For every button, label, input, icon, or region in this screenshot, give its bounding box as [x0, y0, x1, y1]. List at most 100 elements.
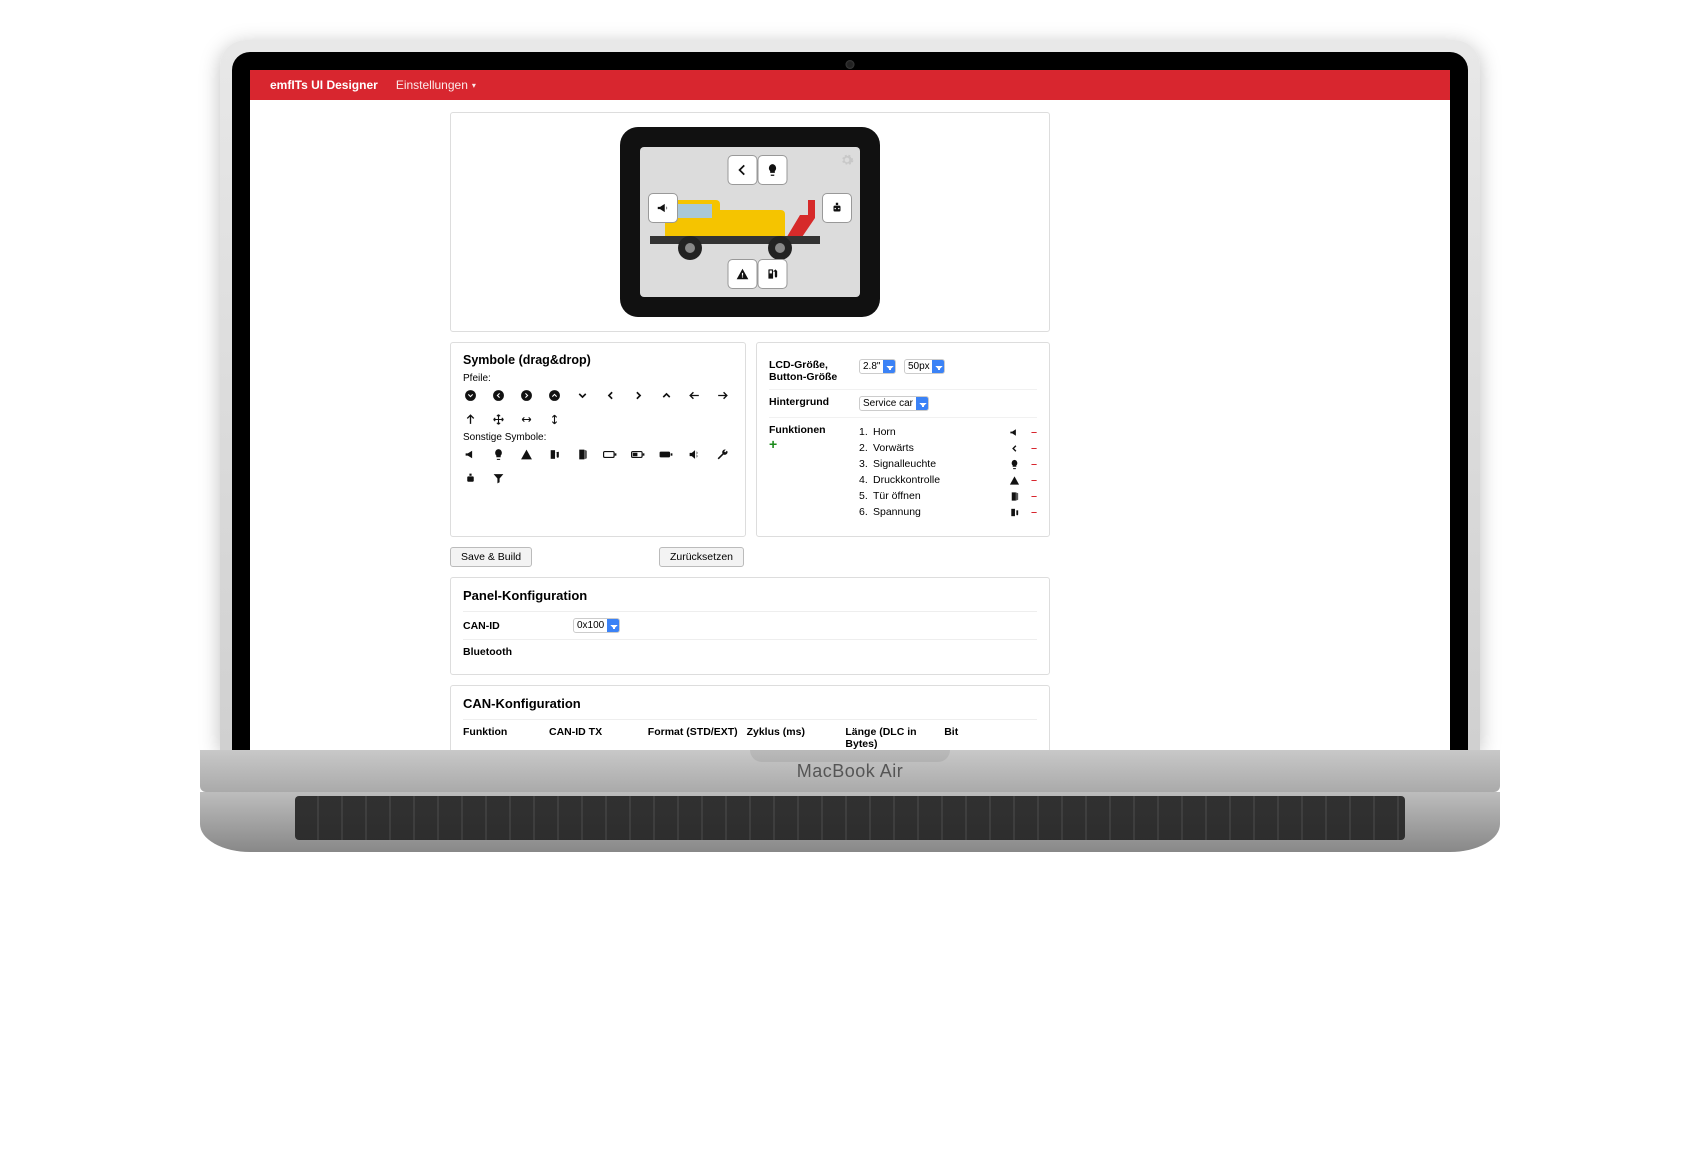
sound-icon[interactable]: [687, 447, 701, 461]
functions-label: Funktionen: [769, 424, 851, 436]
function-index: 3.: [859, 458, 873, 470]
laptop-model-label: MacBook Air: [797, 761, 904, 782]
background-select[interactable]: Service car: [859, 396, 929, 411]
circle-up-icon[interactable]: [547, 388, 561, 402]
function-item: 4.Druckkontrolle –: [859, 472, 1037, 488]
panel-config-title: Panel-Konfiguration: [463, 588, 1037, 603]
battery-empty-icon[interactable]: [603, 447, 617, 461]
lcd-size-label: LCD-Größe, Button-Größe: [769, 359, 851, 383]
chevron-right-icon[interactable]: [631, 388, 645, 402]
door-icon[interactable]: [575, 447, 589, 461]
can-id-select[interactable]: 0x100: [573, 618, 620, 633]
button-size-select[interactable]: 50px: [904, 359, 945, 374]
function-item: 3.Signalleuchte –: [859, 456, 1037, 472]
arrow-right-icon[interactable]: [715, 388, 729, 402]
device-preview-card: [450, 112, 1050, 332]
can-column-header: CAN-ID TX: [549, 726, 642, 750]
wrench-icon[interactable]: [715, 447, 729, 461]
function-item: 5.Tür öffnen –: [859, 488, 1037, 504]
warn-icon: [1009, 475, 1031, 486]
settings-menu[interactable]: Einstellungen: [396, 78, 476, 92]
robot-icon[interactable]: [463, 471, 477, 485]
move-icon[interactable]: [491, 412, 505, 426]
function-name: Vorwärts: [873, 442, 1009, 454]
can-column-header: Format (STD/EXT): [648, 726, 741, 750]
horn-icon[interactable]: [463, 447, 477, 461]
battery-full-icon[interactable]: [659, 447, 673, 461]
arrow-up-icon[interactable]: [463, 412, 477, 426]
arrow-h-icon[interactable]: [519, 412, 533, 426]
chevron-left-icon[interactable]: [603, 388, 617, 402]
chevron-down-icon[interactable]: [575, 388, 589, 402]
app-screen: emfITs UI Designer Einstellungen: [250, 70, 1450, 750]
reset-button[interactable]: Zurücksetzen: [659, 547, 744, 567]
can-column-header: Zyklus (ms): [747, 726, 840, 750]
remove-function-button[interactable]: –: [1031, 490, 1037, 502]
arrow-left-icon[interactable]: [687, 388, 701, 402]
remove-function-button[interactable]: –: [1031, 474, 1037, 486]
settings-card: LCD-Größe, Button-Größe 2.8" 50px Hinter…: [756, 342, 1050, 537]
other-symbols-label: Sonstige Symbole:: [463, 432, 733, 443]
remove-function-button[interactable]: –: [1031, 442, 1037, 454]
laptop-camera: [846, 60, 855, 69]
warn-icon[interactable]: [519, 447, 533, 461]
remove-function-button[interactable]: –: [1031, 426, 1037, 438]
symbols-card: Symbole (drag&drop) Pfeile:: [450, 342, 746, 537]
actions-bar: Save & Build Zurücksetzen: [450, 547, 744, 567]
can-column-header: Funktion: [463, 726, 543, 750]
lcd-screen: [640, 147, 860, 297]
function-name: Druckkontrolle: [873, 474, 1009, 486]
function-name: Spannung: [873, 506, 1009, 518]
slot-horn-button[interactable]: [648, 193, 678, 223]
arrows-label: Pfeile:: [463, 373, 733, 384]
panel-config-card: Panel-Konfiguration CAN-ID 0x100 Bluetoo…: [450, 577, 1050, 675]
remove-function-button[interactable]: –: [1031, 458, 1037, 470]
app-brand: emfITs UI Designer: [270, 78, 378, 92]
bluetooth-label: Bluetooth: [463, 646, 573, 658]
pump-icon[interactable]: [547, 447, 561, 461]
door-icon: [1009, 491, 1031, 502]
function-index: 1.: [859, 426, 873, 438]
arrow-v-icon[interactable]: [547, 412, 561, 426]
function-index: 2.: [859, 442, 873, 454]
funnel-icon[interactable]: [491, 471, 505, 485]
function-name: Signalleuchte: [873, 458, 1009, 470]
slot-warn-button[interactable]: [728, 259, 758, 289]
circle-down-icon[interactable]: [463, 388, 477, 402]
pump-icon: [1009, 507, 1031, 518]
navbar: emfITs UI Designer Einstellungen: [250, 70, 1450, 100]
function-item: 2.Vorwärts –: [859, 440, 1037, 456]
bulb-icon[interactable]: [491, 447, 505, 461]
add-function-button[interactable]: +: [769, 436, 851, 452]
slot-bulb-button[interactable]: [758, 155, 788, 185]
gear-icon[interactable]: [840, 153, 854, 167]
circle-left-icon[interactable]: [491, 388, 505, 402]
background-label: Hintergrund: [769, 396, 851, 408]
device-frame: [620, 127, 880, 317]
save-build-button[interactable]: Save & Build: [450, 547, 532, 567]
can-config-title: CAN-Konfiguration: [463, 696, 1037, 711]
slot-robot-button[interactable]: [822, 193, 852, 223]
chevron-up-icon[interactable]: [659, 388, 673, 402]
bulb-icon: [1009, 459, 1031, 470]
can-id-label: CAN-ID: [463, 620, 573, 632]
remove-function-button[interactable]: –: [1031, 506, 1037, 518]
circle-right-icon[interactable]: [519, 388, 533, 402]
function-index: 4.: [859, 474, 873, 486]
chevron-left-icon: [1009, 443, 1031, 454]
slot-pump-button[interactable]: [758, 259, 788, 289]
can-column-header: Bit: [944, 726, 1037, 750]
function-item: 1.Horn –: [859, 424, 1037, 440]
slot-back-button[interactable]: [728, 155, 758, 185]
can-column-header: Länge (DLC in Bytes): [845, 726, 938, 750]
function-item: 6.Spannung –: [859, 504, 1037, 520]
function-index: 5.: [859, 490, 873, 502]
function-name: Horn: [873, 426, 1009, 438]
battery-half-icon[interactable]: [631, 447, 645, 461]
lcd-size-select[interactable]: 2.8": [859, 359, 896, 374]
function-index: 6.: [859, 506, 873, 518]
can-config-card: CAN-Konfiguration FunktionCAN-ID TXForma…: [450, 685, 1050, 750]
symbols-title: Symbole (drag&drop): [463, 353, 733, 367]
laptop-base: MacBook Air: [200, 750, 1500, 792]
function-name: Tür öffnen: [873, 490, 1009, 502]
